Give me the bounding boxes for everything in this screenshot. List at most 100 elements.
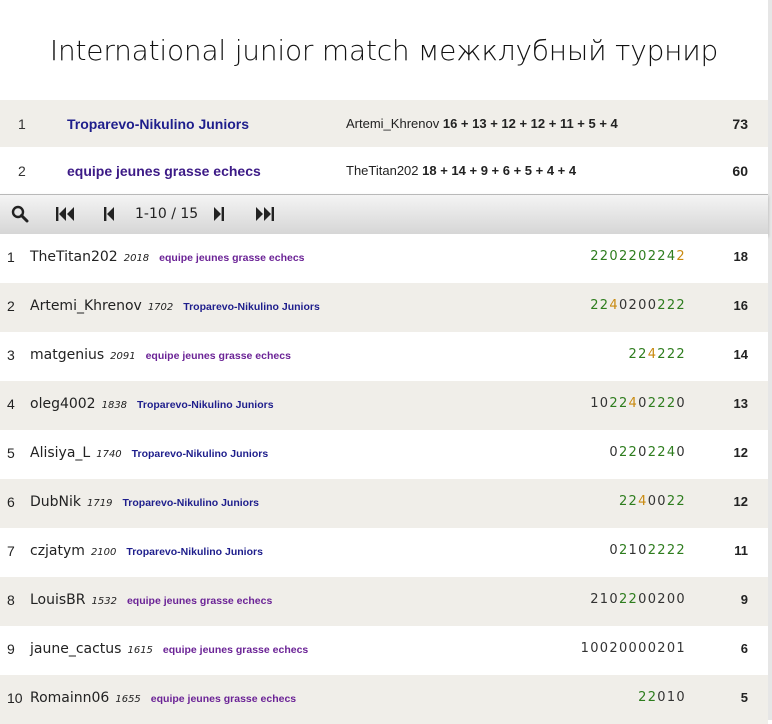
score-digit: 2: [676, 298, 686, 313]
team-total: 60: [732, 162, 748, 179]
player-rank: 3: [7, 347, 15, 363]
score-digit: 2: [628, 445, 639, 460]
score-sheet: 02102222: [609, 543, 686, 558]
score-digit: 0: [666, 641, 677, 656]
score-digit: 0: [609, 592, 619, 607]
player-row[interactable]: 5 Alisiya_L 1740 Troparevo-Nikulino Juniors…: [0, 430, 768, 479]
player-row[interactable]: 6 DubNik 1719 Troparevo-Nikulino Juniors 224…: [0, 479, 768, 528]
player-rating: 2018: [123, 253, 150, 264]
team-leader-name[interactable]: TheTitan202: [346, 163, 419, 178]
player-team-link[interactable]: equipe jeunes grasse echecs: [151, 693, 296, 705]
score-digit: 2: [590, 592, 600, 607]
player-total: 18: [733, 249, 748, 264]
score-digit: 2: [628, 249, 639, 264]
player-row[interactable]: 2 Artemi_Khrenov 1702 Troparevo-Nikulino Ju…: [0, 283, 768, 332]
score-digit: 2: [657, 641, 667, 656]
player-rank: 8: [7, 592, 15, 608]
score-sheet: 22010: [638, 690, 686, 705]
score-digit: 2: [618, 396, 629, 411]
player-team-link[interactable]: Troparevo-Nikulino Juniors: [122, 497, 259, 509]
score-digit: 2: [618, 543, 629, 558]
score-digit: 0: [638, 641, 648, 656]
score-digit: 2: [657, 592, 667, 607]
player-row[interactable]: 10 Romainn06 1655 equipe jeunes grasse eche…: [0, 675, 768, 724]
player-team-link[interactable]: equipe jeunes grasse echecs: [127, 595, 272, 607]
player-row[interactable]: 8 LouisBR 1532 equipe jeunes grasse echecs 2…: [0, 577, 768, 626]
player-username-link[interactable]: oleg4002: [30, 396, 96, 412]
player-username-link[interactable]: LouisBR: [30, 592, 86, 608]
player-team-link[interactable]: Troparevo-Nikulino Juniors: [183, 301, 320, 313]
player-rank: 10: [7, 690, 23, 706]
score-sheet: 2202202242: [590, 249, 686, 264]
score-digit: 4: [628, 396, 639, 411]
score-digit: 0: [676, 396, 686, 411]
page-right-border: [768, 0, 772, 720]
score-digit: 2: [676, 494, 686, 509]
player-rating: 1615: [127, 645, 153, 656]
player-username-link[interactable]: czjatym: [30, 543, 85, 559]
player-team-link[interactable]: Troparevo-Nikulino Juniors: [126, 546, 263, 558]
score-digit: 2: [647, 396, 658, 411]
player-username-link[interactable]: jaune_cactus: [30, 641, 121, 657]
score-sheet: 10020000201: [581, 641, 686, 656]
player-username-link[interactable]: Romainn06: [30, 690, 109, 706]
score-sheet: 2102200200: [590, 592, 686, 607]
score-digit: 2: [590, 249, 600, 264]
player-rating: 1532: [91, 596, 117, 607]
team-rank: 2: [18, 162, 26, 179]
team-row[interactable]: 2 equipe jeunes grasse echecs TheTitan20…: [0, 147, 768, 194]
score-digit: 4: [666, 445, 677, 460]
first-page-icon[interactable]: [54, 204, 76, 224]
prev-page-icon[interactable]: [102, 204, 116, 224]
score-digit: 2: [628, 494, 639, 509]
player-username-link[interactable]: TheTitan202: [30, 249, 118, 265]
player-username-link[interactable]: Artemi_Khrenov: [30, 298, 142, 314]
team-leader-name[interactable]: Artemi_Khrenov: [346, 116, 439, 131]
score-digit: 2: [599, 249, 610, 264]
player-team-link[interactable]: equipe jeunes grasse echecs: [163, 644, 308, 656]
score-digit: 0: [647, 494, 658, 509]
score-digit: 2: [647, 249, 658, 264]
next-page-icon[interactable]: [212, 204, 226, 224]
player-rank: 9: [7, 641, 15, 657]
score-digit: 2: [676, 249, 686, 264]
player-username-link[interactable]: DubNik: [30, 494, 81, 510]
score-digit: 2: [618, 249, 629, 264]
score-digit: 2: [666, 494, 677, 509]
team-name-link[interactable]: equipe jeunes grasse echecs: [67, 163, 261, 179]
player-row[interactable]: 7 czjatym 2100 Troparevo-Nikulino Juniors 02…: [0, 528, 768, 577]
player-row[interactable]: 1 TheTitan202 2018 equipe jeunes grasse ech…: [0, 234, 768, 283]
score-digit: 2: [599, 298, 610, 313]
score-digit: 1: [628, 543, 639, 558]
team-name-link[interactable]: Troparevo-Nikulino Juniors: [67, 116, 249, 132]
score-digit: 0: [676, 592, 686, 607]
score-digit: 1: [676, 641, 686, 656]
player-rank: 6: [7, 494, 15, 510]
score-digit: 2: [657, 445, 667, 460]
player-row[interactable]: 4 oleg4002 1838 Troparevo-Nikulino Juniors 1…: [0, 381, 768, 430]
player-total: 11: [734, 543, 748, 558]
player-team-link[interactable]: Troparevo-Nikulino Juniors: [137, 399, 274, 411]
player-team-link[interactable]: Troparevo-Nikulino Juniors: [132, 448, 269, 460]
team-row[interactable]: 1 Troparevo-Nikulino Juniors Artemi_Khre…: [0, 100, 768, 147]
player-total: 12: [733, 494, 748, 509]
player-info: LouisBR 1532 equipe jeunes grasse echecs: [30, 592, 272, 608]
score-sheet: 1022402220: [590, 396, 686, 411]
search-icon[interactable]: [10, 204, 30, 224]
player-username-link[interactable]: Alisiya_L: [30, 445, 90, 461]
score-digit: 0: [638, 396, 648, 411]
score-digit: 2: [590, 298, 600, 313]
score-digit: 0: [599, 396, 610, 411]
score-digit: 2: [609, 641, 619, 656]
player-total: 9: [740, 592, 748, 607]
score-digit: 2: [666, 298, 677, 313]
player-rank: 5: [7, 445, 15, 461]
player-rank: 7: [7, 543, 15, 559]
last-page-icon[interactable]: [254, 204, 276, 224]
player-row[interactable]: 9 jaune_cactus 1615 equipe jeunes grasse ec…: [0, 626, 768, 675]
player-username-link[interactable]: matgenius: [30, 347, 104, 363]
player-row[interactable]: 3 matgenius 2091 equipe jeunes grasse echec…: [0, 332, 768, 381]
player-team-link[interactable]: equipe jeunes grasse echecs: [146, 350, 291, 362]
player-team-link[interactable]: equipe jeunes grasse echecs: [159, 252, 304, 264]
score-digit: 2: [657, 396, 667, 411]
